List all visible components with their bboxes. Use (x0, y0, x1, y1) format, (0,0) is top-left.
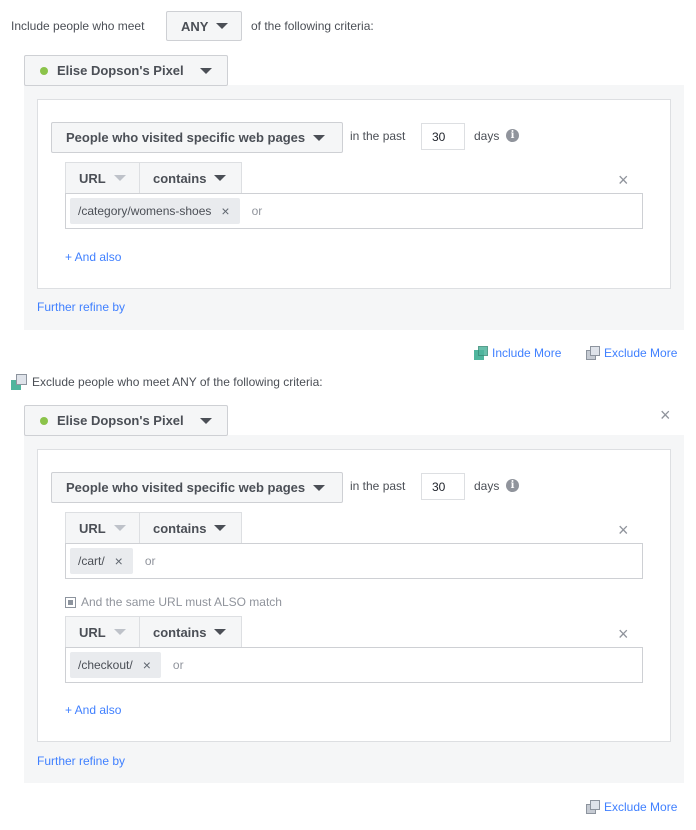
include-rule-type-label: People who visited specific web pages (66, 130, 306, 145)
include-days-label: days (474, 129, 500, 143)
url-token-label: /category/womens-shoes (78, 204, 212, 218)
exclude-rule-type-dropdown[interactable]: People who visited specific web pages (51, 472, 343, 503)
pixel-status-icon (40, 416, 48, 425)
exclude-pixel-label: Elise Dopson's Pixel (57, 413, 184, 428)
chevron-down-icon (313, 134, 326, 141)
footer-exclude-more-button[interactable]: Exclude More (586, 800, 677, 814)
chevron-down-icon (214, 629, 227, 635)
include-pixel-dropdown[interactable]: Elise Dopson's Pixel (24, 55, 228, 86)
operator-label: contains (153, 520, 207, 536)
exclude-more-icon (586, 346, 600, 360)
operator-label: contains (153, 170, 207, 186)
chevron-down-icon (113, 525, 126, 531)
chevron-down-icon (313, 484, 326, 491)
operator-dropdown[interactable]: contains (140, 616, 242, 648)
exclude-header-text: Exclude people who meet ANY of the follo… (32, 375, 323, 389)
include-condition-1-selectors: URL contains (65, 162, 242, 194)
include-suffix-text: of the following criteria: (251, 19, 374, 33)
include-in-past-label: in the past (350, 129, 406, 143)
url-token: /checkout/ × (70, 652, 161, 678)
include-and-also-link[interactable]: + And also (65, 250, 121, 264)
exclude-rule-type-label: People who visited specific web pages (66, 480, 306, 495)
chevron-down-icon (199, 417, 212, 424)
also-match-text: And the same URL must ALSO match (81, 595, 282, 609)
exclude-further-refine-link[interactable]: Further refine by (37, 754, 125, 768)
remove-token-icon[interactable]: × (143, 657, 151, 673)
include-more-label: Include More (492, 346, 562, 360)
or-placeholder: or (251, 204, 263, 218)
info-icon[interactable]: i (506, 129, 519, 142)
match-any-label: ANY (181, 18, 209, 34)
also-match-icon (65, 596, 76, 608)
chevron-down-icon (214, 175, 227, 181)
field-dropdown[interactable]: URL (65, 162, 140, 194)
include-pixel-label: Elise Dopson's Pixel (57, 63, 184, 78)
url-token: /cart/ × (70, 548, 133, 574)
exclude-condition-2-selectors: URL contains (65, 616, 242, 648)
field-dropdown[interactable]: URL (65, 512, 140, 544)
field-label: URL (79, 624, 106, 640)
remove-exclusion-icon[interactable]: × (660, 406, 671, 424)
exclude-days-input[interactable]: 30 (421, 473, 465, 500)
exclude-condition-1-selectors: URL contains (65, 512, 242, 544)
chevron-down-icon (113, 629, 126, 635)
exclude-url-token-input-2[interactable]: /checkout/ × or (65, 647, 643, 683)
chevron-down-icon (214, 525, 227, 531)
include-days-input[interactable]: 30 (421, 123, 465, 150)
remove-condition-icon[interactable]: × (618, 625, 629, 643)
remove-condition-icon[interactable]: × (618, 171, 629, 189)
field-label: URL (79, 520, 106, 536)
chevron-down-icon (216, 23, 229, 29)
remove-condition-icon[interactable]: × (618, 521, 629, 539)
exclude-url-token-input-1[interactable]: /cart/ × or (65, 543, 643, 579)
or-placeholder: or (144, 554, 156, 568)
exclude-days-label: days (474, 479, 500, 493)
exclude-header: Exclude people who meet ANY of the follo… (11, 374, 323, 390)
chevron-down-icon (199, 67, 212, 74)
include-more-button[interactable]: Include More (474, 346, 561, 360)
exclude-and-also-link[interactable]: + And also (65, 703, 121, 717)
also-match-label: And the same URL must ALSO match (65, 595, 282, 609)
include-more-icon (474, 346, 488, 360)
pixel-status-icon (40, 66, 48, 75)
chevron-down-icon (113, 175, 126, 181)
operator-dropdown[interactable]: contains (140, 162, 242, 194)
exclude-more-icon (586, 800, 600, 814)
or-placeholder: or (172, 658, 184, 672)
include-further-refine-link[interactable]: Further refine by (37, 300, 125, 314)
remove-token-icon[interactable]: × (115, 553, 123, 569)
footer-exclude-more-label: Exclude More (604, 800, 678, 814)
include-prefix-text: Include people who meet (11, 19, 145, 33)
match-any-dropdown[interactable]: ANY (166, 11, 242, 41)
info-icon[interactable]: i (506, 479, 519, 492)
url-token: /category/womens-shoes × (70, 198, 240, 224)
exclude-more-button[interactable]: Exclude More (586, 346, 677, 360)
exclude-in-past-label: in the past (350, 479, 406, 493)
remove-token-icon[interactable]: × (221, 203, 229, 219)
operator-label: contains (153, 624, 207, 640)
include-url-token-input[interactable]: /category/womens-shoes × or (65, 193, 643, 229)
operator-dropdown[interactable]: contains (140, 512, 242, 544)
exclude-pixel-dropdown[interactable]: Elise Dopson's Pixel (24, 405, 228, 436)
include-rule-type-dropdown[interactable]: People who visited specific web pages (51, 122, 343, 153)
url-token-label: /cart/ (78, 554, 105, 568)
field-label: URL (79, 170, 106, 186)
url-token-label: /checkout/ (78, 658, 133, 672)
field-dropdown[interactable]: URL (65, 616, 140, 648)
exclude-section-icon (11, 374, 27, 390)
exclude-more-label: Exclude More (604, 346, 678, 360)
